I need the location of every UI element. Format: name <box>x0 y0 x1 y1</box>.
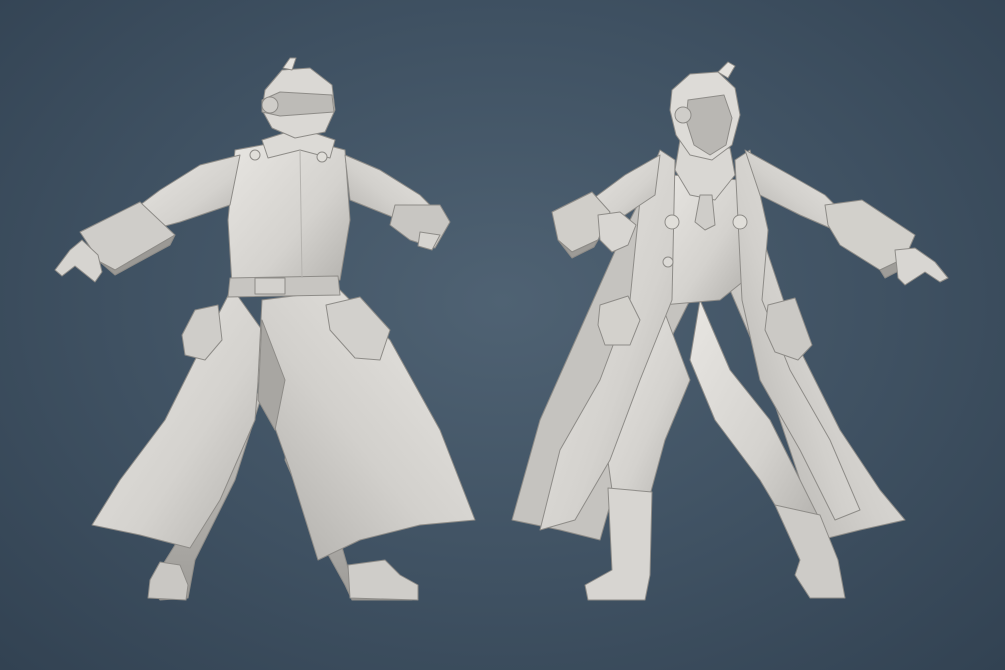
model-render <box>54 57 949 601</box>
front-view-figure <box>511 61 949 601</box>
back-view-figure <box>54 57 476 601</box>
render-viewport <box>0 0 1005 670</box>
